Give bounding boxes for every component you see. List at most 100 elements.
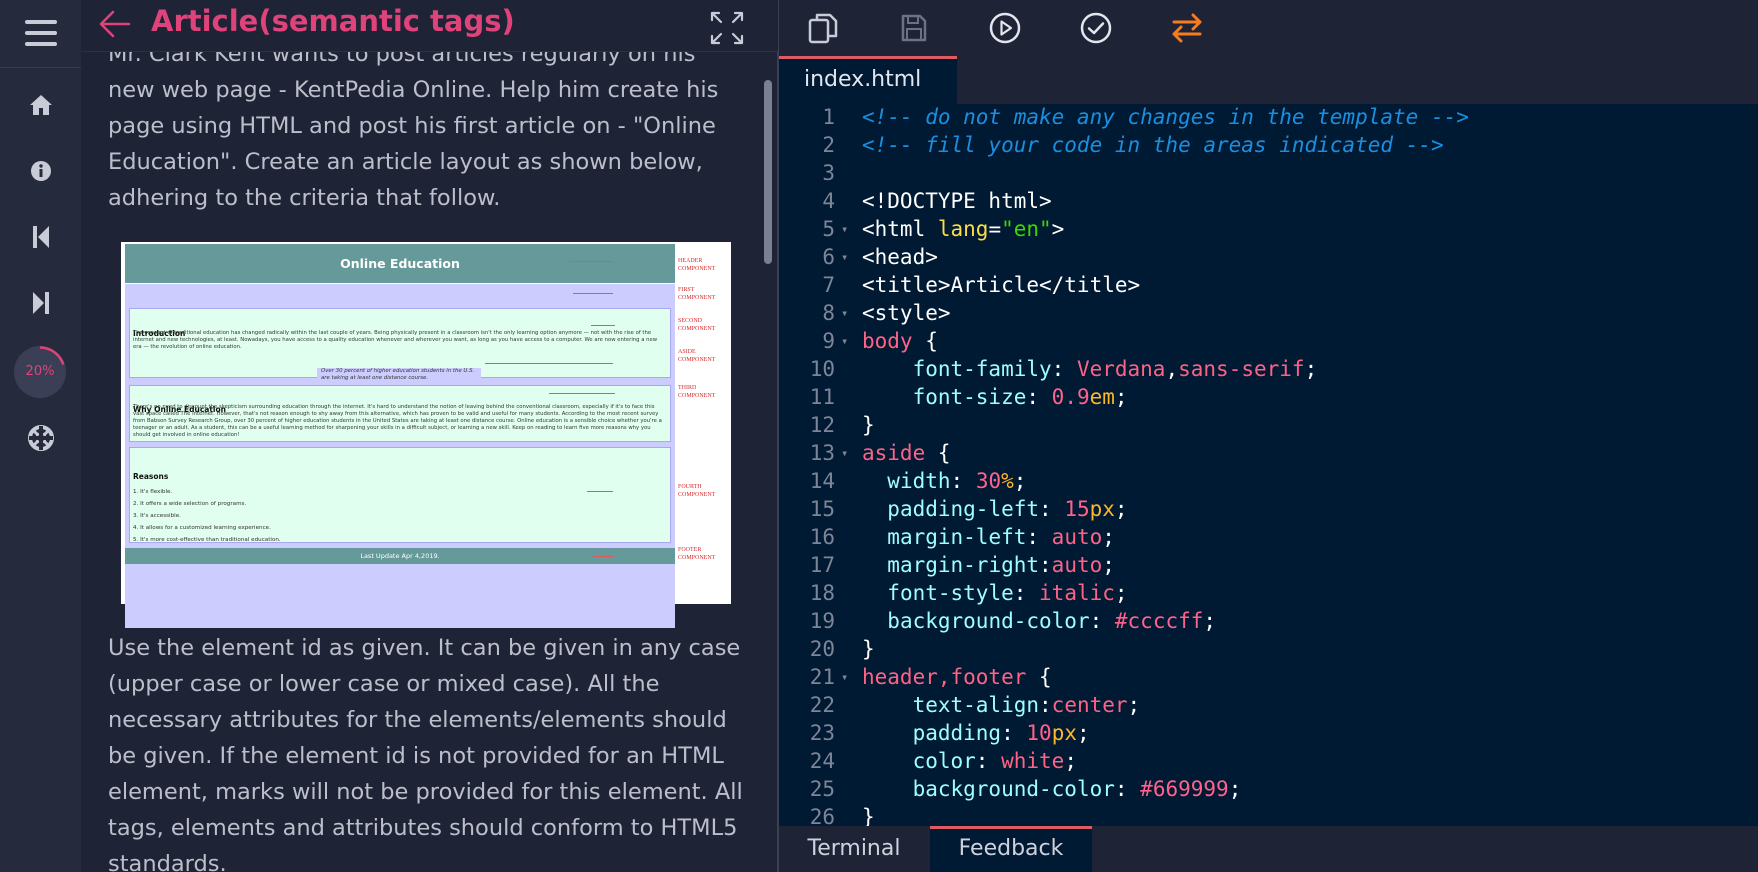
code-line: font-family: Verdana,sans-serif; bbox=[912, 357, 1318, 381]
code-line: <html lang="en"> bbox=[862, 217, 1065, 241]
previous-icon bbox=[32, 226, 49, 248]
line-number: 20 bbox=[809, 637, 835, 661]
figure-pointer-line bbox=[485, 363, 613, 364]
save-button[interactable] bbox=[894, 8, 934, 48]
side-navigation-rail: 20% bbox=[0, 0, 81, 872]
save-icon bbox=[901, 14, 927, 42]
line-number: 6 bbox=[822, 245, 835, 269]
code-line: padding-left: 15px; bbox=[887, 497, 1128, 521]
progress-indicator: 20% bbox=[13, 345, 67, 399]
figure-label-first: FIRST COMPONENT bbox=[678, 287, 716, 301]
figure-intro-text: The concept of traditional education has… bbox=[133, 330, 658, 350]
line-number: 23 bbox=[809, 721, 835, 745]
line-number: 4 bbox=[822, 189, 835, 213]
problem-header: Article(semantic tags) bbox=[81, 0, 778, 52]
fold-toggle-icon[interactable]: ▾ bbox=[841, 306, 848, 320]
support-icon bbox=[27, 425, 54, 451]
code-line: color: white; bbox=[912, 749, 1077, 773]
problem-panel: Mr. Clark Kent wants to post articles re… bbox=[81, 0, 778, 872]
article-layout-figure: Online Education Future of Education Int… bbox=[121, 242, 731, 628]
bottom-tab-bar: Terminal Feedback bbox=[779, 826, 1758, 872]
file-tab-index-html[interactable]: index.html bbox=[779, 56, 957, 104]
problem-title: Article(semantic tags) bbox=[151, 4, 515, 38]
code-line: font-size: 0.9em; bbox=[912, 385, 1128, 409]
code-line: <!-- do not make any changes in the temp… bbox=[862, 105, 1469, 129]
figure-label-fourth: FOURTH COMPONENT bbox=[678, 484, 716, 498]
line-number: 9 bbox=[822, 329, 835, 353]
support-button[interactable] bbox=[0, 405, 81, 471]
expand-icon bbox=[710, 11, 744, 45]
code-line: } bbox=[862, 637, 875, 661]
line-number: 17 bbox=[809, 553, 835, 577]
run-button[interactable] bbox=[985, 8, 1025, 48]
line-number: 10 bbox=[809, 357, 835, 381]
back-button[interactable] bbox=[99, 4, 139, 44]
copy-button[interactable] bbox=[803, 8, 843, 48]
figure-label-footer: FOOTER COMPONENT bbox=[678, 547, 716, 561]
tab-terminal[interactable]: Terminal bbox=[779, 826, 929, 872]
fullscreen-button[interactable] bbox=[709, 10, 749, 50]
line-number: 26 bbox=[809, 805, 835, 826]
line-number: 18 bbox=[809, 581, 835, 605]
menu-button[interactable] bbox=[0, 0, 81, 66]
tab-feedback[interactable]: Feedback bbox=[930, 826, 1092, 872]
line-number: 21 bbox=[809, 665, 835, 689]
fold-toggle-icon[interactable]: ▾ bbox=[841, 670, 848, 684]
line-number: 22 bbox=[809, 693, 835, 717]
previous-button[interactable] bbox=[0, 204, 81, 270]
line-number: 3 bbox=[822, 161, 835, 185]
line-number: 25 bbox=[809, 777, 835, 801]
code-line: <title>Article</title> bbox=[862, 273, 1141, 297]
figure-pointer-line bbox=[591, 325, 615, 326]
code-line: <style> bbox=[862, 301, 951, 325]
editor-toolbar bbox=[779, 0, 1758, 56]
problem-criteria: Use the element id as given. It can be g… bbox=[108, 635, 743, 872]
code-line: } bbox=[862, 413, 875, 437]
code-line: margin-left: auto; bbox=[887, 525, 1115, 549]
home-button[interactable] bbox=[0, 72, 81, 138]
figure-label-aside: ASIDE COMPONENT bbox=[678, 349, 716, 363]
fold-toggle-icon[interactable]: ▾ bbox=[841, 222, 848, 236]
line-number: 24 bbox=[809, 749, 835, 773]
code-line: padding: 10px; bbox=[912, 721, 1090, 745]
code-line: <!-- fill your code in the areas indicat… bbox=[862, 133, 1444, 157]
next-button[interactable] bbox=[0, 270, 81, 336]
swap-button[interactable] bbox=[1167, 8, 1207, 48]
line-number: 11 bbox=[809, 385, 835, 409]
line-number: 7 bbox=[822, 273, 835, 297]
code-line: <head> bbox=[862, 245, 938, 269]
editor-tab-bar: index.html bbox=[779, 56, 1758, 104]
problem-intro: Mr. Clark Kent wants to post articles re… bbox=[108, 41, 719, 211]
code-editor-panel: index.html 1 2 3 4 5 6 7 8 9 10 11 12 13… bbox=[779, 0, 1758, 872]
code-line: } bbox=[862, 805, 875, 826]
copy-icon bbox=[808, 13, 838, 44]
arrow-left-icon bbox=[99, 10, 131, 38]
next-icon bbox=[32, 292, 49, 314]
figure-pointer-line bbox=[569, 261, 613, 262]
submit-button[interactable] bbox=[1076, 8, 1116, 48]
line-number: 8 bbox=[822, 301, 835, 325]
line-number: 13 bbox=[809, 441, 835, 465]
line-number: 14 bbox=[809, 469, 835, 493]
rail-divider bbox=[0, 67, 81, 68]
menu-icon bbox=[24, 20, 57, 46]
home-icon bbox=[29, 95, 52, 115]
code-line: text-align:center; bbox=[912, 693, 1141, 717]
figure-pointer-line bbox=[573, 293, 613, 294]
figure-pointer-line bbox=[593, 556, 613, 557]
info-button[interactable] bbox=[0, 138, 81, 204]
code-area[interactable]: 1 2 3 4 5 6 7 8 9 10 11 12 13 14 15 16 1… bbox=[779, 104, 1758, 826]
fold-toggle-icon[interactable]: ▾ bbox=[841, 334, 848, 348]
figure-pointer-line bbox=[549, 393, 615, 394]
figure-header: Online Education bbox=[125, 244, 675, 283]
fold-toggle-icon[interactable]: ▾ bbox=[841, 446, 848, 460]
fold-toggle-icon[interactable]: ▾ bbox=[841, 250, 848, 264]
figure-label-third: THIRD COMPONENT bbox=[678, 385, 716, 399]
play-icon bbox=[989, 12, 1021, 44]
line-number: 16 bbox=[809, 525, 835, 549]
figure-label-header: HEADER COMPONENT bbox=[678, 258, 716, 272]
figure-aside: Over 30 percent of higher education stud… bbox=[317, 368, 481, 382]
figure-label-second: SECOND COMPONENT bbox=[678, 318, 716, 332]
info-icon bbox=[30, 161, 51, 181]
problem-scrollbar[interactable] bbox=[764, 80, 772, 264]
